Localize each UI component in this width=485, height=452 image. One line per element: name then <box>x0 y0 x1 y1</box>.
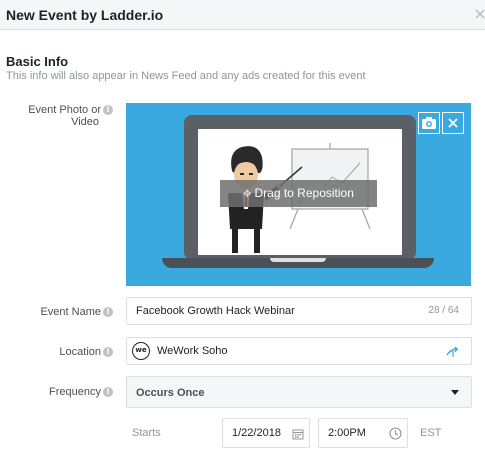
frequency-value: Occurs Once <box>136 387 205 399</box>
event-name-label: Event Name i <box>10 306 113 318</box>
event-name-label-text: Event Name <box>40 306 101 318</box>
dialog-title: New Event by Ladder.io <box>6 7 164 23</box>
chevron-down-icon <box>451 390 459 395</box>
event-name-value: Facebook Growth Hack Webinar <box>136 305 295 317</box>
camera-icon <box>422 117 436 129</box>
photo-label-line2: Video <box>71 116 99 128</box>
remove-photo-button[interactable] <box>442 112 464 134</box>
laptop-notch <box>270 258 326 262</box>
dialog-header: New Event by Ladder.io <box>0 0 485 30</box>
section-subtitle: This info will also appear in News Feed … <box>6 70 366 82</box>
photo-label-line1: Event Photo or <box>28 104 101 116</box>
character-counter: 28 / 64 <box>428 305 459 316</box>
info-icon[interactable]: i <box>103 387 113 398</box>
section-title: Basic Info <box>6 54 69 69</box>
location-label-text: Location <box>59 346 101 358</box>
frequency-select[interactable]: Occurs Once <box>126 376 472 408</box>
starts-label: Starts <box>132 427 161 439</box>
event-photo[interactable]: ✥ Drag to Reposition <box>126 103 471 286</box>
wework-logo: we <box>132 342 150 360</box>
info-icon[interactable]: i <box>103 347 113 358</box>
start-time-value: 2:00PM <box>328 427 366 439</box>
event-name-input[interactable]: Facebook Growth Hack Webinar 28 / 64 <box>126 297 472 325</box>
photo-label: Event Photo or i Video <box>10 104 113 128</box>
drag-label: Drag to Reposition <box>254 186 354 200</box>
map-pin-icon[interactable] <box>445 345 461 359</box>
frequency-label-text: Frequency <box>49 386 101 398</box>
location-input[interactable]: we WeWork Soho <box>126 337 472 365</box>
drag-to-reposition[interactable]: ✥ Drag to Reposition <box>220 180 377 207</box>
close-icon <box>448 118 458 128</box>
close-icon[interactable] <box>474 8 485 20</box>
info-icon[interactable]: i <box>103 307 113 318</box>
location-label: Location i <box>10 346 113 358</box>
timezone-label: EST <box>420 427 442 439</box>
frequency-label: Frequency i <box>10 386 113 398</box>
calendar-icon[interactable] <box>292 428 304 440</box>
info-icon[interactable]: i <box>103 105 113 116</box>
start-time-input[interactable]: 2:00PM <box>318 418 408 448</box>
start-date-input[interactable]: 1/22/2018 <box>222 418 310 448</box>
start-date-value: 1/22/2018 <box>232 427 281 439</box>
location-value: WeWork Soho <box>157 345 228 357</box>
move-icon: ✥ <box>243 189 252 200</box>
clock-icon[interactable] <box>389 427 402 440</box>
camera-button[interactable] <box>418 112 440 134</box>
